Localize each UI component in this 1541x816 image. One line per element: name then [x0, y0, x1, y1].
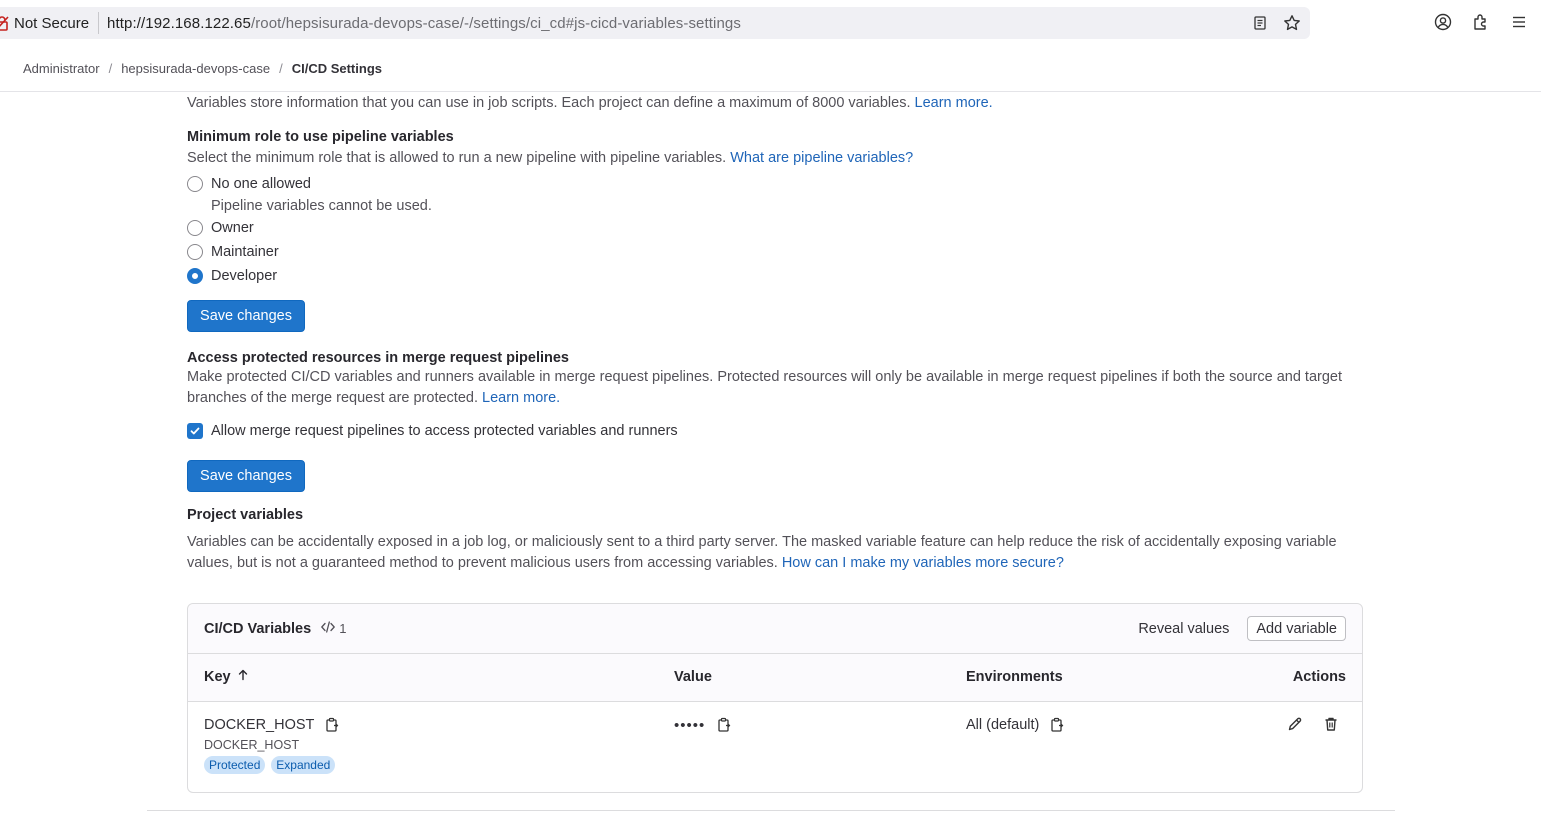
- radio-help-text: Pipeline variables cannot be used.: [211, 198, 432, 214]
- reveal-values-toggle[interactable]: Reveal values: [1138, 621, 1229, 637]
- breadcrumb-separator: /: [279, 61, 283, 76]
- intro-text: Variables store information that you can…: [187, 93, 1363, 114]
- save-protected-button[interactable]: Save changes: [187, 460, 305, 492]
- variable-badges: Protected Expanded: [204, 756, 341, 774]
- address-bar[interactable]: Not Secure http://192.168.122.65/root/he…: [0, 7, 1310, 39]
- sort-arrow-up-icon: [237, 669, 249, 685]
- key-header-label: Key: [204, 669, 231, 685]
- value-column-header: Value: [674, 669, 712, 685]
- not-secure-label: Not Secure: [14, 14, 90, 32]
- radio-no-one-allowed[interactable]: No one allowed: [187, 172, 1363, 196]
- breadcrumb-separator: /: [108, 61, 113, 76]
- url-divider: [98, 12, 100, 34]
- environment-cell: All (default): [966, 716, 1066, 734]
- edit-pencil-icon[interactable]: [1286, 715, 1304, 733]
- breadcrumb-project[interactable]: hepsisurada-devops-case: [121, 61, 270, 76]
- breadcrumb-current: CI/CD Settings: [291, 61, 382, 76]
- radio-developer[interactable]: Developer: [187, 264, 1363, 288]
- radio-label: No one allowed: [211, 176, 311, 192]
- secure-variables-link[interactable]: How can I make my variables more secure?: [782, 555, 1064, 571]
- code-icon: [320, 620, 336, 637]
- variable-key: DOCKER_HOST: [204, 717, 315, 733]
- reader-view-icon[interactable]: [1250, 13, 1270, 33]
- allow-protected-checkbox-row[interactable]: Allow merge request pipelines to access …: [187, 423, 1363, 439]
- add-variable-button[interactable]: Add variable: [1247, 616, 1346, 641]
- radio-button[interactable]: [187, 244, 203, 260]
- delete-trash-icon[interactable]: [1322, 715, 1340, 733]
- table-row: DOCKER_HOST DOCKER_HOST Protected Expand…: [188, 702, 1362, 792]
- radio-button-checked[interactable]: [187, 268, 203, 284]
- project-variables-description: Variables can be accidentally exposed in…: [187, 532, 1363, 574]
- value-cell: •••••: [674, 716, 733, 734]
- save-role-button[interactable]: Save changes: [187, 300, 305, 332]
- browser-toolbar: Not Secure http://192.168.122.65/root/he…: [0, 0, 1541, 46]
- protected-resources-title: Access protected resources in merge requ…: [187, 350, 569, 366]
- section-divider: [147, 810, 1395, 811]
- intro-learn-more-link[interactable]: Learn more.: [915, 95, 993, 111]
- actions-column-header: Actions: [1292, 669, 1346, 685]
- pipeline-variables-link[interactable]: What are pipeline variables?: [730, 150, 913, 166]
- project-variables-title: Project variables: [187, 507, 304, 523]
- radio-label: Owner: [211, 220, 254, 236]
- url-text[interactable]: http://192.168.122.65/root/hepsisurada-d…: [107, 15, 741, 32]
- extensions-icon[interactable]: [1471, 12, 1491, 32]
- protected-resources-learn-more-link[interactable]: Learn more.: [482, 390, 560, 406]
- protected-badge: Protected: [204, 756, 266, 774]
- copy-environment-icon[interactable]: [1048, 716, 1066, 734]
- account-icon[interactable]: [1433, 12, 1453, 32]
- checkbox-label: Allow merge request pipelines to access …: [211, 423, 678, 439]
- breadcrumb-administrator[interactable]: Administrator: [23, 61, 100, 76]
- settings-content: Variables store information that you can…: [187, 92, 1363, 574]
- radio-maintainer[interactable]: Maintainer: [187, 240, 1363, 264]
- role-radio-group: No one allowed Pipeline variables cannot…: [187, 172, 1363, 288]
- copy-key-icon[interactable]: [323, 716, 341, 734]
- min-role-description: Select the minimum role that is allowed …: [187, 148, 1363, 169]
- radio-label: Maintainer: [211, 244, 279, 260]
- url-host: http://192.168.122.65: [107, 14, 251, 32]
- breadcrumb: Administrator / hepsisurada-devops-case …: [0, 46, 1541, 92]
- variable-description: DOCKER_HOST: [204, 738, 300, 752]
- masked-value: •••••: [674, 716, 706, 734]
- bookmark-star-icon[interactable]: [1282, 13, 1302, 33]
- count-value: 1: [339, 621, 347, 636]
- radio-label: Developer: [211, 268, 278, 284]
- checkbox-checked[interactable]: [187, 423, 203, 439]
- cicd-variables-card: CI/CD Variables 1 Reveal values Add vari…: [187, 603, 1363, 793]
- key-column-header[interactable]: Key: [204, 669, 249, 685]
- variable-count: 1: [320, 620, 346, 637]
- protected-resources-description: Make protected CI/CD variables and runne…: [187, 367, 1363, 409]
- radio-owner[interactable]: Owner: [187, 216, 1363, 240]
- expanded-badge: Expanded: [271, 756, 336, 774]
- security-indicator[interactable]: Not Secure: [0, 15, 89, 32]
- insecure-lock-icon: [0, 15, 10, 31]
- menu-icon[interactable]: [1509, 12, 1529, 32]
- card-title: CI/CD Variables: [204, 620, 312, 637]
- key-cell: DOCKER_HOST DOCKER_HOST Protected Expand…: [204, 716, 341, 774]
- copy-value-icon[interactable]: [715, 716, 733, 734]
- environment-scope: All (default): [966, 717, 1040, 733]
- environments-column-header: Environments: [966, 669, 1063, 685]
- radio-button[interactable]: [187, 220, 203, 236]
- min-role-text: Select the minimum role that is allowed …: [187, 150, 727, 166]
- project-variables-text: Variables can be accidentally exposed in…: [187, 534, 1337, 571]
- table-header: Key Value Environments Actions: [188, 654, 1362, 702]
- radio-button[interactable]: [187, 176, 203, 192]
- url-path: /root/hepsisurada-devops-case/-/settings…: [250, 14, 741, 32]
- card-header: CI/CD Variables 1 Reveal values Add vari…: [188, 604, 1362, 654]
- min-role-title: Minimum role to use pipeline variables: [187, 129, 454, 145]
- intro-description: Variables store information that you can…: [187, 95, 911, 111]
- actions-cell: [1286, 715, 1340, 733]
- protected-resources-text: Make protected CI/CD variables and runne…: [187, 369, 1342, 406]
